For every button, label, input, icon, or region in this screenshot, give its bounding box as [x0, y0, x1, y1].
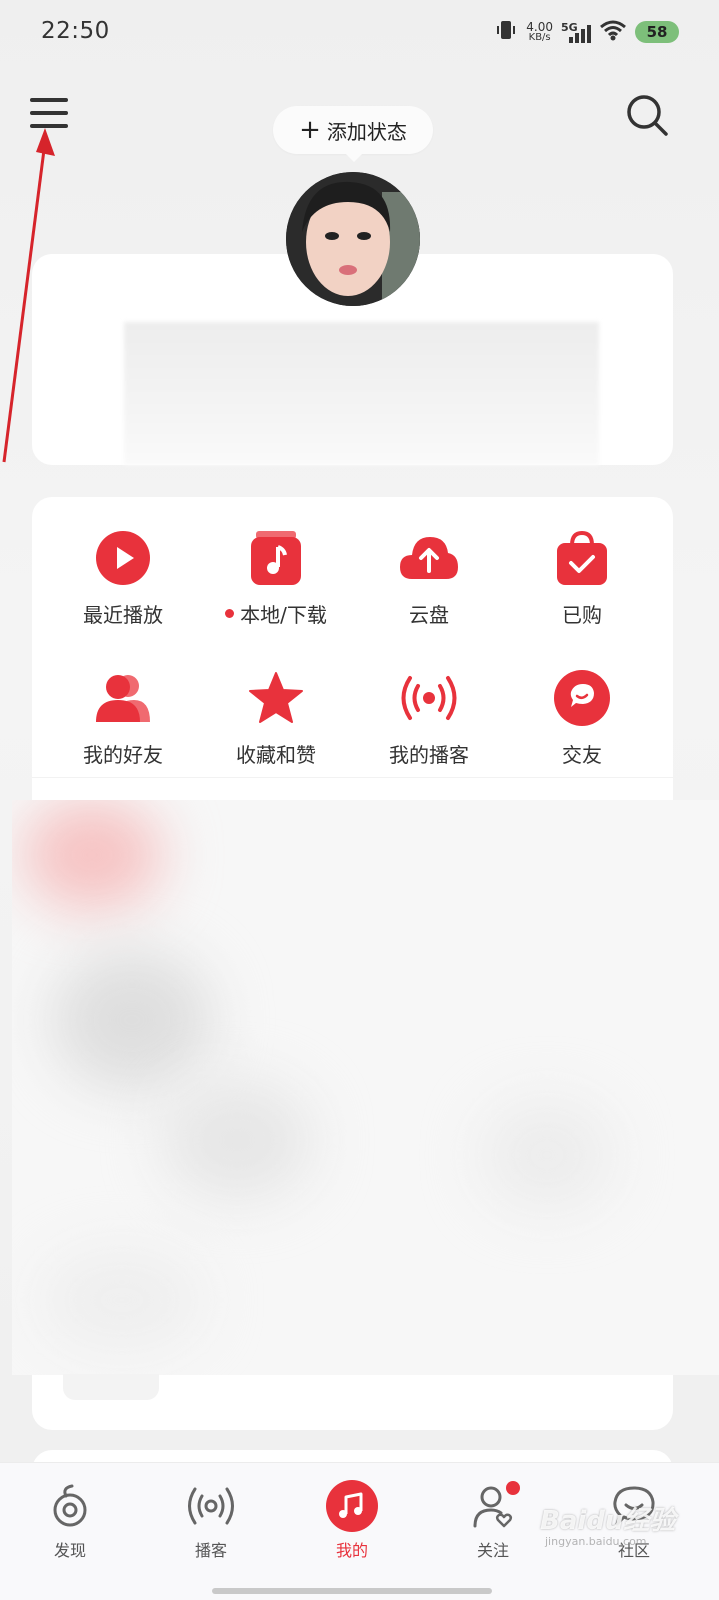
status-bar: 22:50 4.00 KB/s 5G 58	[0, 0, 719, 64]
add-status-button[interactable]: + 添加状态	[273, 106, 433, 162]
play-circle-icon	[92, 527, 154, 589]
nav-label: 我的	[335, 1541, 368, 1560]
grid-label: 我的播客	[389, 743, 469, 767]
grid-label-text: 本地/下载	[240, 603, 327, 627]
nav-item-discover[interactable]: 发现	[20, 1479, 120, 1579]
follow-user-icon	[466, 1479, 520, 1533]
wifi-icon	[599, 19, 627, 45]
add-status-label: 添加状态	[326, 119, 407, 144]
network-speed-unit: KB/s	[528, 32, 551, 43]
grid-item-my-podcast[interactable]: 我的播客	[354, 667, 504, 777]
friends-icon	[92, 667, 154, 729]
watermark: Baidu经验	[540, 1506, 676, 1536]
grid-label: 已购	[562, 603, 602, 627]
grid-item-cloud-drive[interactable]: 云盘	[354, 527, 504, 637]
grid-label: 最近播放	[83, 603, 163, 627]
chat-bubble-icon	[551, 667, 613, 729]
new-dot-badge	[225, 609, 235, 618]
grid-label: 云盘	[409, 603, 449, 627]
shopping-bag-check-icon	[551, 527, 613, 589]
nav-label: 播客	[194, 1541, 227, 1560]
podcast-broadcast-icon	[398, 667, 460, 729]
network-speed: 4.00 KB/s	[526, 21, 553, 43]
nav-label: 发现	[53, 1541, 86, 1560]
grid-item-favorites[interactable]: 收藏和赞	[201, 667, 351, 777]
notification-badge	[506, 1481, 520, 1495]
grid-label: 交友	[562, 743, 602, 767]
grid-item-purchased[interactable]: 已购	[507, 527, 657, 637]
menu-icon[interactable]	[30, 96, 68, 132]
profile-info-blurred	[124, 322, 599, 465]
vibrate-icon	[494, 18, 518, 46]
watermark-url: jingyan.baidu.com	[545, 1535, 647, 1548]
blurred-content	[12, 800, 719, 1375]
local-music-icon	[245, 527, 307, 589]
grid-label: 我的好友	[83, 743, 163, 767]
nav-item-podcast[interactable]: 播客	[161, 1479, 261, 1579]
discover-icon	[43, 1479, 97, 1533]
music-note-icon	[325, 1479, 379, 1533]
grid-item-make-friends[interactable]: 交友	[507, 667, 657, 777]
home-indicator[interactable]	[212, 1588, 492, 1594]
plus-icon: +	[299, 115, 321, 145]
cloud-upload-icon	[398, 527, 460, 589]
grid-item-local-download[interactable]: 本地/下载	[201, 527, 351, 637]
nav-item-mine[interactable]: 我的	[302, 1479, 402, 1579]
podcast-icon	[184, 1479, 238, 1533]
status-time: 22:50	[41, 18, 110, 44]
grid-label: 收藏和赞	[236, 743, 316, 767]
grid-item-my-friends[interactable]: 我的好友	[48, 667, 198, 777]
cellular-signal: 5G	[561, 21, 591, 43]
nav-item-follow[interactable]: 关注	[443, 1479, 543, 1579]
avatar[interactable]	[286, 172, 420, 306]
status-icons: 4.00 KB/s 5G 58	[494, 18, 679, 46]
grid-item-recent-play[interactable]: 最近播放	[48, 527, 198, 637]
blurred-tab	[63, 1374, 159, 1400]
battery-indicator: 58	[635, 21, 679, 43]
search-icon[interactable]	[624, 92, 670, 138]
nav-label: 关注	[476, 1541, 509, 1560]
star-icon	[245, 667, 307, 729]
grid-label: 本地/下载	[225, 599, 327, 628]
network-type: 5G	[561, 21, 578, 34]
divider	[32, 777, 673, 778]
my-page: 22:50 4.00 KB/s 5G 58 + 添加状态 最近播放 本地/下载 …	[0, 0, 719, 1600]
